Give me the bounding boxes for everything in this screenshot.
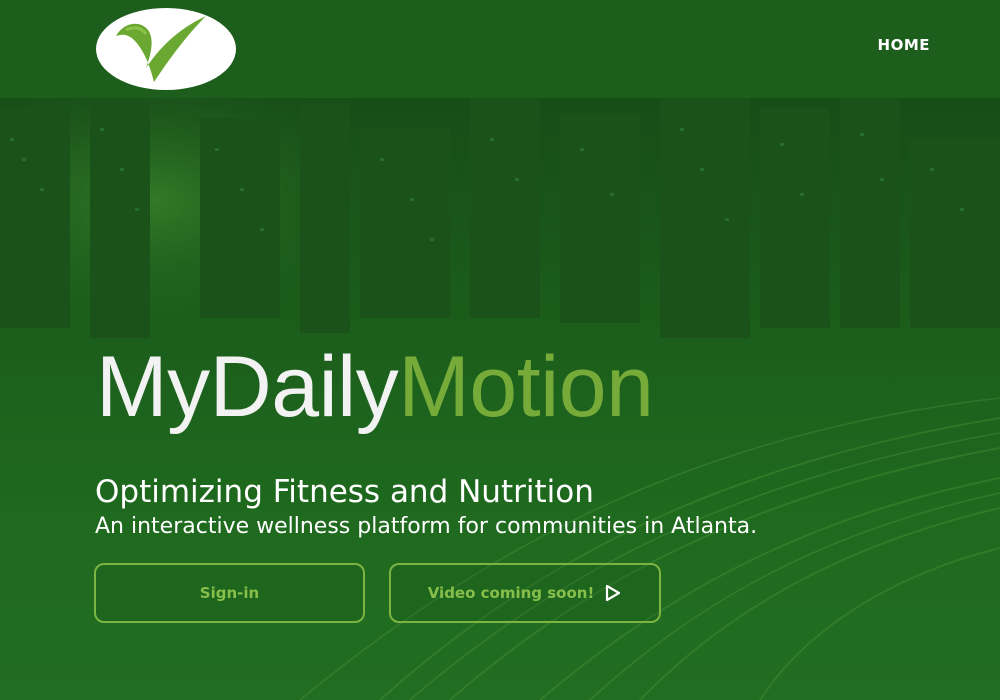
page-title: MyDailyMotion [96,344,654,430]
title-part-1: MyDaily [96,339,399,435]
logo[interactable] [96,8,236,90]
title-part-2: Motion [398,339,654,435]
signin-button-label: Sign-in [199,584,260,602]
signin-button[interactable]: Sign-in [94,563,365,623]
nav-home-link[interactable]: HOME [878,36,930,54]
video-button[interactable]: Video coming soon! [389,563,661,623]
play-outline-icon [606,584,621,602]
hero-tagline: An interactive wellness platform for com… [95,514,758,539]
header-bar: HOME [0,0,1000,98]
video-button-label: Video coming soon! [427,584,595,602]
hero-subtitle: Optimizing Fitness and Nutrition [95,474,594,510]
checkmark-swoosh-logo-icon [116,16,206,82]
